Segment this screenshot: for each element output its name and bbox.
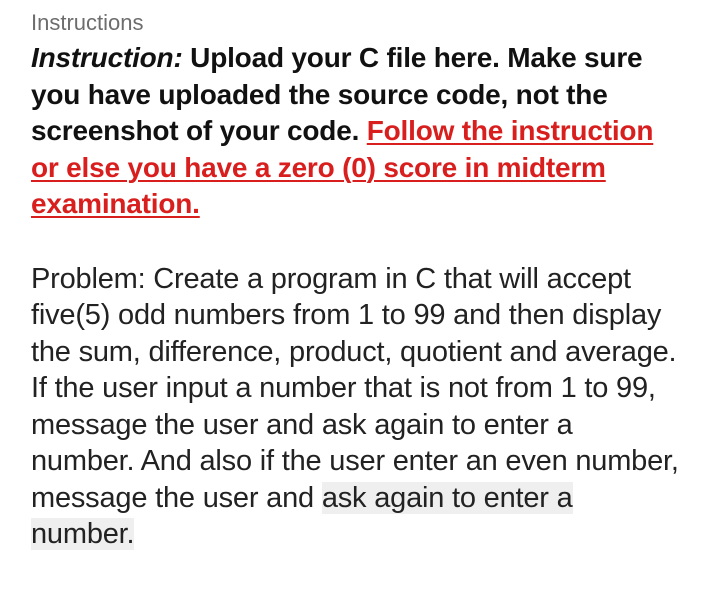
problem-text: Problem: Create a program in C that will… <box>31 262 679 514</box>
instruction-lead: Instruction: <box>31 42 183 73</box>
instruction-paragraph: Instruction: Upload your C file here. Ma… <box>31 40 681 223</box>
instructions-panel: Instructions Instruction: Upload your C … <box>31 10 681 553</box>
section-label: Instructions <box>31 10 144 35</box>
problem-paragraph: Problem: Create a program in C that will… <box>31 261 681 553</box>
